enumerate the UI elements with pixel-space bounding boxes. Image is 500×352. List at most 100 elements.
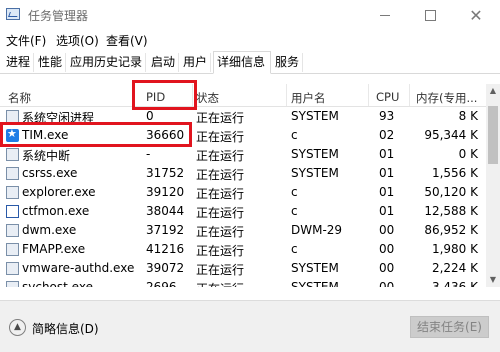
menu-file[interactable]: 文件(F) [6, 32, 46, 49]
scroll-thumb[interactable] [488, 106, 498, 164]
column-pid[interactable]: PID [146, 90, 165, 104]
process-status: 正在运行 [196, 280, 244, 287]
tab-startup[interactable]: 启动 [148, 53, 180, 72]
process-cpu: 00 [379, 223, 395, 237]
process-memory: 3,436 K [431, 280, 478, 287]
process-cpu: 93 [379, 109, 395, 123]
tab-bar: 进程 性能 应用历史记录 启动 用户 详细信息 服务 [0, 51, 500, 74]
table-row[interactable]: 系统中断 - 正在运行 SYSTEM 01 0 K [0, 145, 486, 164]
process-pid: 2696 [146, 280, 177, 287]
process-pid: 37192 [146, 223, 185, 237]
column-name[interactable]: 名称 [8, 90, 31, 106]
less-details-link[interactable]: 简略信息(D) [32, 320, 99, 337]
process-name: TIM.exe [22, 128, 69, 142]
close-icon: ✕ [469, 5, 483, 25]
table-row[interactable]: TIM.exe 36660 正在运行 c 02 95,344 K [0, 126, 486, 145]
process-name: 系统中断 [22, 149, 71, 163]
column-divider[interactable] [409, 84, 410, 106]
process-user: SYSTEM [291, 166, 339, 180]
table-header: 名称 PID 状态 用户名 CPU 内存(专用... [0, 84, 486, 107]
process-name: ctfmon.exe [22, 204, 90, 218]
end-task-button[interactable]: 结束任务(E) [410, 316, 489, 338]
task-manager-icon [6, 8, 20, 20]
table-row[interactable]: dwm.exe 37192 正在运行 DWM-29 00 86,952 K [0, 221, 486, 240]
process-memory: 1,556 K [431, 166, 478, 180]
process-pid: 0 [146, 109, 154, 123]
table-row[interactable]: csrss.exe 31752 正在运行 SYSTEM 01 1,556 K [0, 164, 486, 183]
process-status: 正在运行 [196, 149, 245, 163]
process-user: SYSTEM [291, 147, 339, 161]
process-name: FMAPP.exe [22, 242, 86, 256]
tab-performance[interactable]: 性能 [35, 53, 67, 72]
window-title: 任务管理器 [28, 9, 89, 23]
column-divider[interactable] [192, 84, 193, 106]
process-cpu: 01 [379, 166, 395, 180]
process-user: c [291, 128, 298, 142]
process-user: DWM-29 [291, 223, 343, 237]
process-cpu: 02 [379, 128, 395, 142]
process-user: SYSTEM [291, 280, 339, 287]
menu-bar: 文件(F) 选项(O) 查看(V) [0, 30, 500, 50]
tab-processes[interactable]: 进程 [3, 53, 35, 72]
process-memory: 0 K [458, 147, 478, 161]
process-status: 正在运行 [196, 206, 245, 220]
tab-services[interactable]: 服务 [272, 53, 304, 72]
tab-details[interactable]: 详细信息 [213, 51, 271, 74]
column-divider[interactable] [368, 84, 369, 106]
process-status: 正在运行 [196, 187, 245, 201]
maximize-icon [424, 9, 436, 21]
column-status[interactable]: 状态 [196, 90, 219, 106]
table-row[interactable]: svchost.exe 2696 正在运行 SYSTEM 00 3,436 K [0, 278, 486, 287]
process-status: 正在运行 [196, 263, 245, 277]
column-divider[interactable] [286, 84, 287, 106]
process-name: dwm.exe [22, 223, 77, 237]
tab-users[interactable]: 用户 [180, 53, 212, 72]
table-row[interactable]: 系统空闲进程 0 正在运行 SYSTEM 93 8 K [0, 107, 486, 126]
close-button[interactable]: ✕ [453, 0, 499, 30]
process-cpu: 00 [379, 280, 395, 287]
table-row[interactable]: ctfmon.exe 38044 正在运行 c 01 12,588 K [0, 202, 486, 221]
process-pid: 36660 [146, 128, 185, 142]
details-table: 名称 PID 状态 用户名 CPU 内存(专用... 系统空闲进程 0 正在运行 SY… [0, 84, 486, 287]
process-user: c [291, 185, 298, 199]
system-window-icon [6, 148, 19, 161]
column-memory[interactable]: 内存(专用... [416, 90, 477, 106]
process-cpu: 00 [379, 242, 395, 256]
minimize-button[interactable] [362, 0, 408, 30]
process-pid: 39120 [146, 185, 185, 199]
scroll-up-arrow-icon[interactable]: ▲ [486, 84, 500, 98]
column-username[interactable]: 用户名 [291, 90, 326, 106]
process-pid: 38044 [146, 204, 185, 218]
system-window-icon [6, 243, 19, 256]
menu-view[interactable]: 查看(V) [106, 32, 148, 49]
process-name: 系统空闲进程 [22, 111, 95, 125]
table-row[interactable]: explorer.exe 39120 正在运行 c 01 50,120 K [0, 183, 486, 202]
system-window-icon [6, 167, 19, 180]
process-name: explorer.exe [22, 185, 96, 199]
process-name: svchost.exe [22, 280, 93, 287]
tab-app-history[interactable]: 应用历史记录 [67, 53, 147, 72]
vertical-scrollbar[interactable]: ▲ ▼ [486, 84, 500, 287]
system-window-icon [6, 224, 19, 237]
process-user: c [291, 204, 298, 218]
title-bar: 任务管理器 ✕ [0, 0, 500, 30]
process-cpu: 01 [379, 204, 395, 218]
process-cpu: 01 [379, 147, 395, 161]
table-row[interactable]: vmware-authd.exe 39072 正在运行 SYSTEM 00 2,224 K [0, 259, 486, 278]
process-memory: 50,120 K [424, 185, 478, 199]
process-user: SYSTEM [291, 109, 339, 123]
process-name: csrss.exe [22, 166, 78, 180]
process-memory: 86,952 K [424, 223, 478, 237]
footer-bar: ▲ 简略信息(D) 结束任务(E) [0, 300, 500, 352]
process-pid: - [146, 147, 151, 161]
process-memory: 8 K [458, 109, 478, 123]
system-window-icon [6, 281, 19, 287]
scroll-down-arrow-icon[interactable]: ▼ [486, 273, 500, 287]
table-row[interactable]: FMAPP.exe 41216 正在运行 c 00 1,980 K [0, 240, 486, 259]
chevron-up-icon[interactable]: ▲ [9, 319, 26, 336]
column-cpu[interactable]: CPU [376, 90, 399, 104]
maximize-button[interactable] [407, 0, 453, 30]
ctfmon-icon [6, 205, 19, 218]
process-memory: 95,344 K [424, 128, 478, 142]
menu-options[interactable]: 选项(O) [56, 32, 99, 49]
